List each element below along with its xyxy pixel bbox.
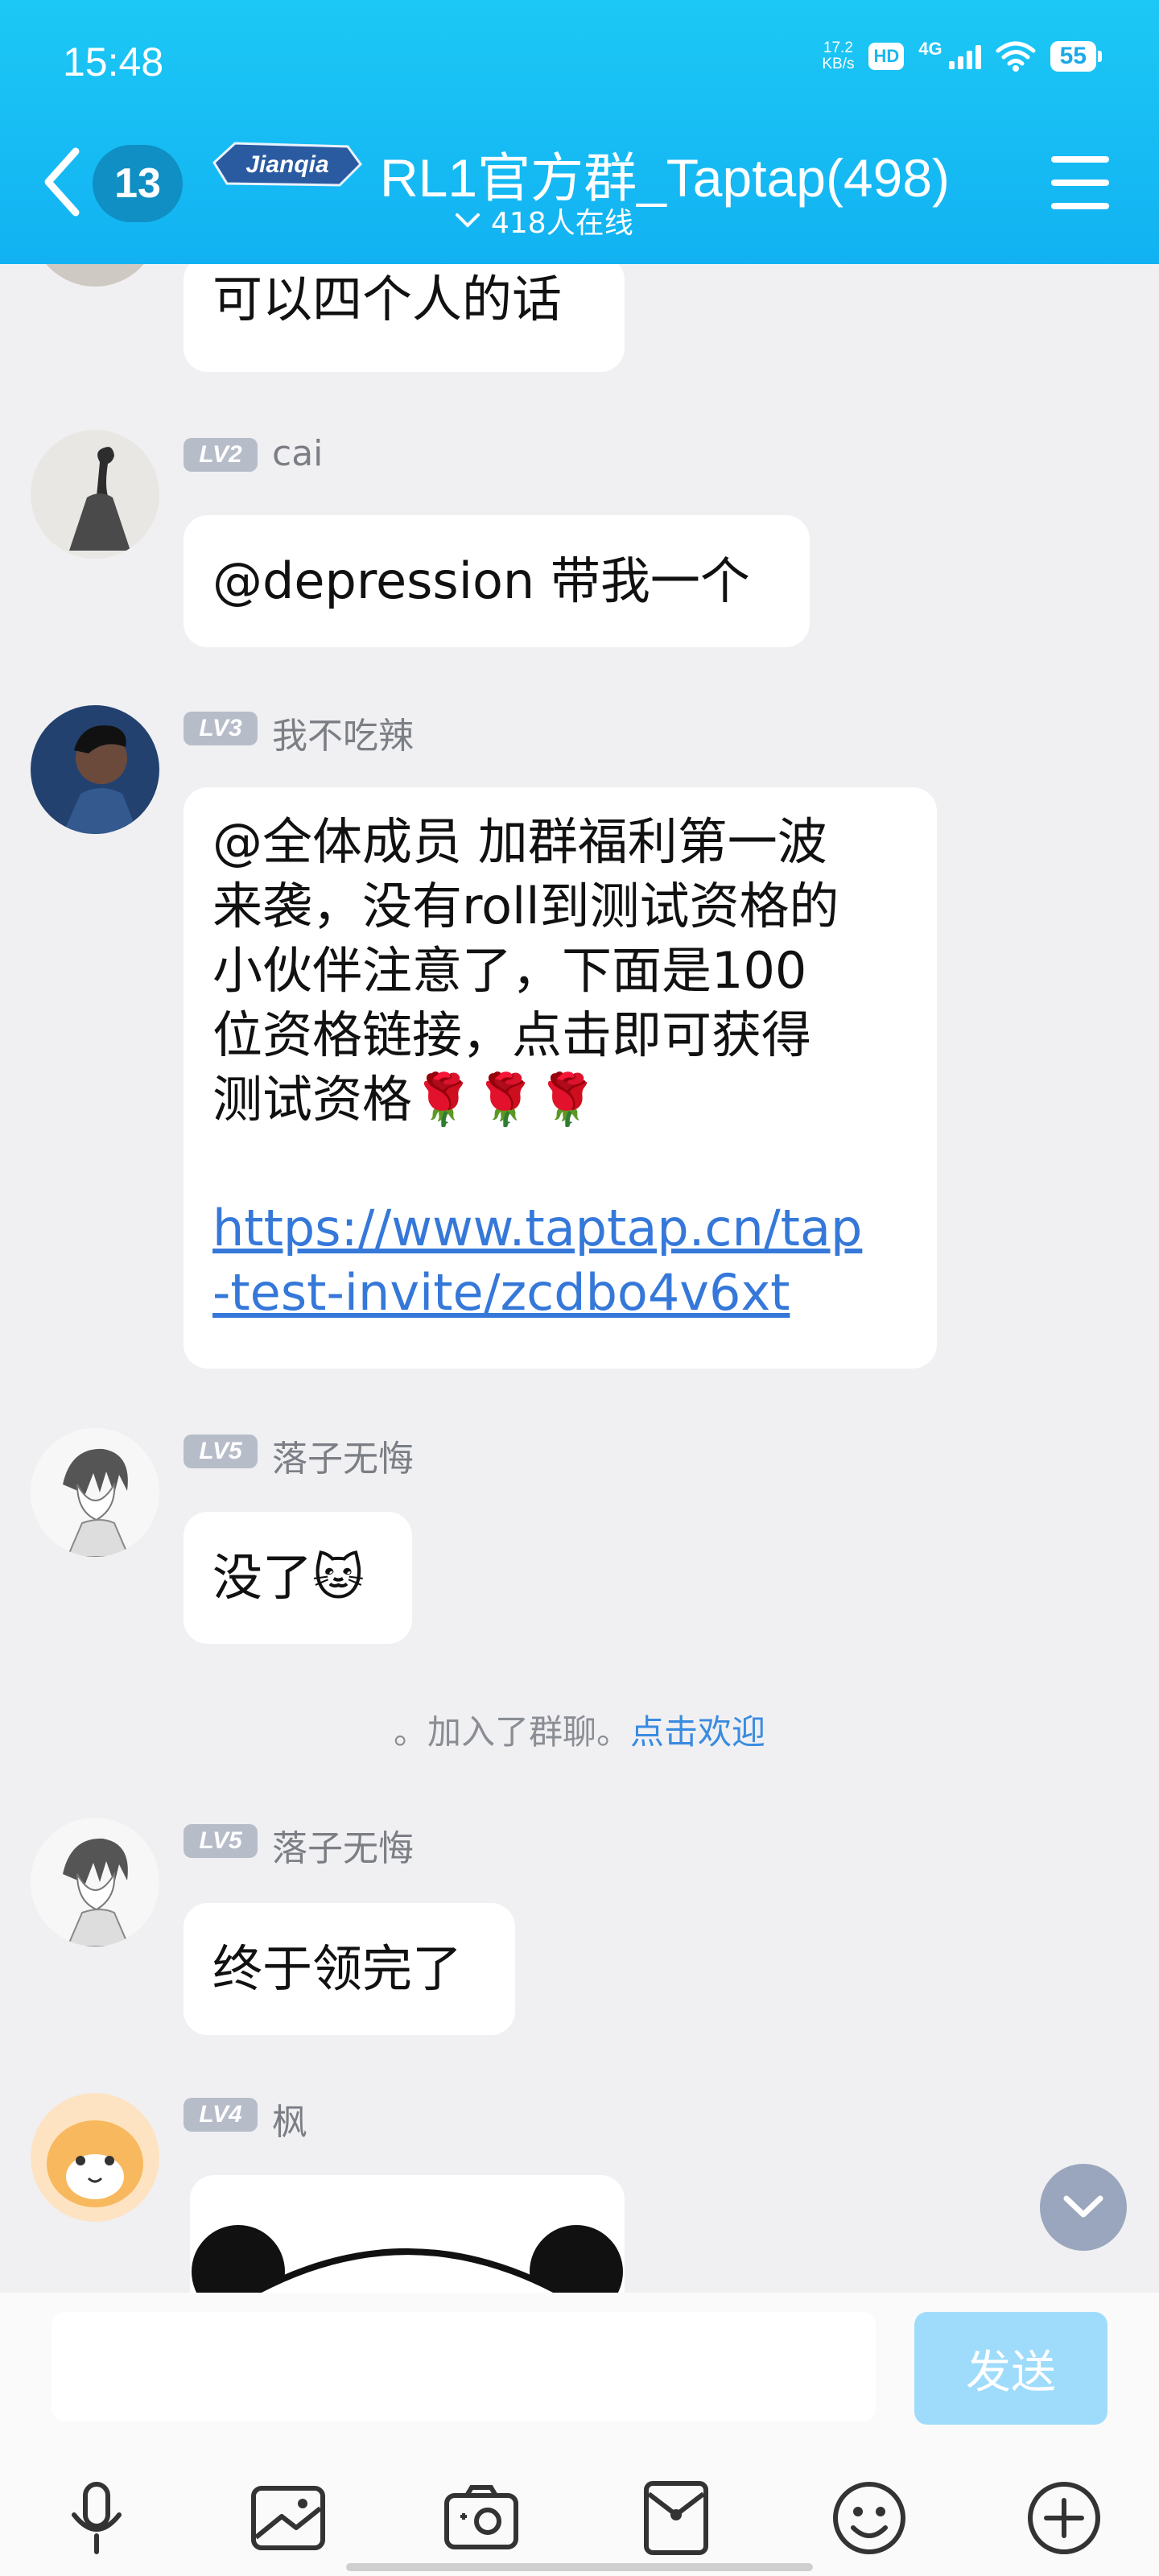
avatar[interactable] (31, 1428, 159, 1557)
camera-icon[interactable] (441, 2478, 522, 2558)
message-text: 终于领完了 (212, 1939, 463, 1998)
welcome-link[interactable]: 点击欢迎 (630, 1712, 765, 1752)
back-arrow-icon[interactable] (39, 145, 84, 219)
plus-icon[interactable] (1024, 2478, 1104, 2558)
battery-icon: 55 (1050, 41, 1103, 72)
message-bubble[interactable]: 没了🐱 (184, 1512, 412, 1644)
system-notice-text: 。加入了群聊。 (393, 1712, 630, 1752)
input-bar: 发送 (0, 2293, 1159, 2576)
menu-icon[interactable] (1051, 156, 1109, 209)
sender-name[interactable]: 落子无悔 (272, 1430, 414, 1481)
avatar[interactable] (31, 264, 159, 287)
network-speed: 17.2 KB/s (822, 40, 854, 72)
microphone-icon[interactable] (56, 2478, 137, 2558)
sender-name[interactable]: cai (272, 433, 323, 474)
signal-icon (948, 43, 981, 69)
chat-header: 15:48 17.2 KB/s HD 4G 55 13 Jianqia RL1官… (0, 0, 1159, 264)
message-line: 来袭，没有roll到测试资格的 (212, 877, 839, 935)
avatar[interactable] (31, 2093, 159, 2222)
avatar[interactable] (31, 1818, 159, 1946)
message-line: 位资格链接，点击即可获得 (212, 1005, 812, 1064)
hd-icon: HD (868, 43, 905, 70)
level-badge: LV3 (184, 712, 258, 745)
system-notice: 。加入了群聊。点击欢迎 (0, 1705, 1159, 1754)
net-speed-unit: KB/s (822, 56, 855, 72)
network-type: 4G (918, 39, 942, 59)
message-text: 可以四个人的话 (212, 270, 563, 328)
message-text: @全体成员 加群福利第一波 来袭，没有roll到测试资格的 小伙伴注意了，下面是… (184, 787, 937, 1348)
scroll-down-icon[interactable] (1040, 2164, 1127, 2251)
send-button[interactable]: 发送 (914, 2312, 1107, 2425)
message-list[interactable]: 可以四个人的话 LV2 cai @depression 带我一个 LV3 我不吃… (0, 264, 1159, 2293)
message-bubble[interactable]: @depression 带我一个 (184, 515, 810, 647)
level-badge: LV2 (184, 438, 258, 472)
message-line: @全体成员 加群福利第一波 (212, 812, 827, 871)
unread-count-badge[interactable]: 13 (93, 145, 183, 222)
sender-name[interactable]: 枫 (272, 2093, 307, 2145)
online-count-label: 418人在线 (491, 207, 633, 240)
group-logo-text: Jianqia (245, 151, 328, 178)
message-bubble[interactable]: 终于领完了 (184, 1903, 515, 2035)
message-text: 没了🐱 (212, 1548, 365, 1607)
image-icon[interactable] (248, 2478, 328, 2558)
online-count[interactable]: 418人在线 (454, 200, 633, 242)
status-time: 15:48 (63, 39, 164, 85)
message-input[interactable] (52, 2312, 876, 2421)
message-bubble[interactable]: @全体成员 加群福利第一波 来袭，没有roll到测试资格的 小伙伴注意了，下面是… (184, 787, 937, 1368)
message-text: @depression 带我一个 (212, 551, 750, 610)
message-bubble[interactable]: 可以四个人的话 (184, 264, 625, 372)
message-line: 测试资格🌹🌹🌹 (212, 1070, 599, 1129)
message-line: 小伙伴注意了，下面是100 (212, 941, 807, 1000)
wifi-icon (996, 41, 1036, 72)
sender-name[interactable]: 我不吃辣 (272, 707, 414, 758)
panda-sticker-image (192, 2225, 623, 2293)
level-badge: LV5 (184, 1824, 258, 1858)
invite-link[interactable]: -test-invite/zcdbo4v6xt (212, 1261, 908, 1325)
invite-link[interactable]: https://www.taptap.cn/tap (212, 1196, 908, 1261)
emoji-icon[interactable] (829, 2478, 909, 2558)
avatar[interactable] (31, 705, 159, 834)
status-icons: 17.2 KB/s HD 4G 55 (822, 39, 1103, 72)
group-logo: Jianqia (212, 142, 362, 187)
avatar[interactable] (31, 430, 159, 559)
image-message[interactable] (190, 2175, 625, 2293)
net-speed-value: 17.2 (823, 39, 853, 56)
chevron-down-icon (456, 213, 480, 228)
sender-name[interactable]: 落子无悔 (272, 1819, 414, 1871)
home-indicator[interactable] (346, 2563, 813, 2571)
level-badge: LV4 (184, 2098, 258, 2132)
level-badge: LV5 (184, 1435, 258, 1468)
red-packet-icon[interactable] (636, 2478, 716, 2558)
